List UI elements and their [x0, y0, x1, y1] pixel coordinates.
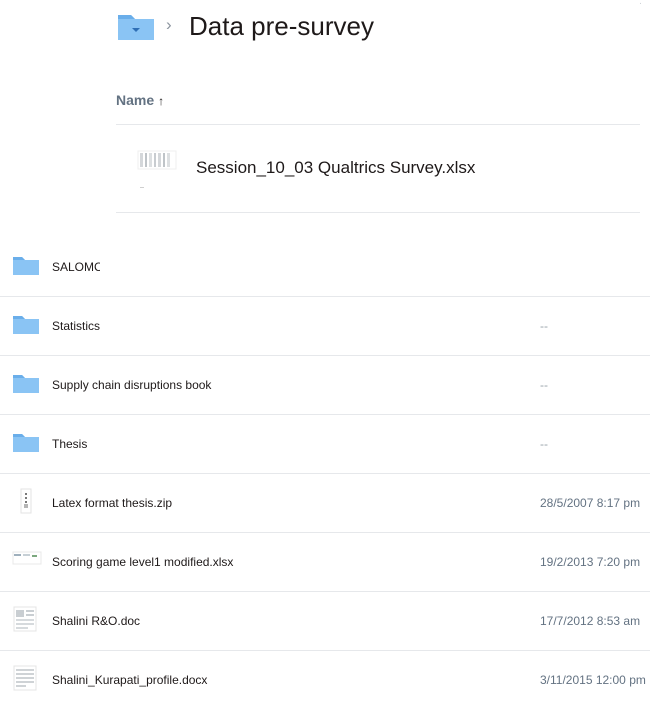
doc-file-icon	[13, 606, 37, 632]
column-header-label: Name	[116, 92, 155, 108]
folder-icon	[13, 434, 39, 452]
file-name: Supply chain disruptions book	[52, 378, 212, 392]
page-title: Data pre-survey	[189, 11, 374, 41]
folder-icon[interactable]	[117, 11, 155, 41]
file-name[interactable]: Session_10_03 Qualtrics Survey.xlsx	[196, 158, 475, 178]
folder-preview-panel: › Data pre-survey ˙ Name ↑ Session_10_03 …	[100, 0, 650, 295]
zip-file-icon	[20, 488, 32, 514]
file-name: Latex format thesis.zip	[52, 496, 173, 510]
spreadsheet-file-icon	[12, 551, 42, 565]
chevron-right-icon: ›	[166, 15, 172, 34]
file-modified: 28/5/2007 8:17 pm	[540, 496, 641, 510]
folder-icon	[13, 257, 39, 275]
name-column-header[interactable]: Name ↑	[116, 92, 164, 108]
divider	[116, 124, 640, 125]
folder-icon	[13, 375, 39, 393]
file-row-scoring-game[interactable]: Scoring game level1 modified.xlsx 19/2/2…	[0, 533, 650, 592]
file-name: Shalini R&O.doc	[52, 614, 141, 628]
sort-arrow-up-icon: ↑	[158, 94, 165, 108]
file-name: Scoring game level1 modified.xlsx	[52, 555, 234, 569]
file-row-statistics[interactable]: Statistics --	[0, 297, 650, 356]
file-row-thesis[interactable]: Thesis --	[0, 415, 650, 474]
file-modified: 19/2/2013 7:20 pm	[540, 555, 641, 569]
file-name: Thesis	[52, 437, 88, 451]
file-modified: 3/11/2015 12:00 pm	[540, 673, 646, 687]
file-name: Shalini_Kurapati_profile.docx	[52, 673, 208, 687]
doc-file-icon	[13, 665, 37, 691]
file-row-latex-zip[interactable]: Latex format thesis.zip 28/5/2007 8:17 p…	[0, 474, 650, 533]
file-modified: --	[540, 437, 548, 451]
file-modified: --	[540, 378, 548, 392]
file-row-shalini-profile[interactable]: Shalini_Kurapati_profile.docx 3/11/2015 …	[0, 651, 650, 709]
file-modified: --	[540, 319, 548, 333]
file-list: SALOMC Statistics -- Supply chain disrup…	[0, 238, 650, 709]
file-row-supply-chain[interactable]: Supply chain disruptions book --	[0, 356, 650, 415]
divider	[116, 212, 640, 213]
excel-file-icon	[137, 150, 177, 188]
file-name: SALOMC	[52, 260, 103, 274]
folder-icon	[13, 316, 39, 334]
corner-mark-icon: ˙	[639, 2, 642, 11]
file-modified: 17/7/2012 8:53 am	[540, 614, 641, 628]
file-row-shalini-ro[interactable]: Shalini R&O.doc 17/7/2012 8:53 am	[0, 592, 650, 651]
file-name: Statistics	[52, 319, 101, 333]
